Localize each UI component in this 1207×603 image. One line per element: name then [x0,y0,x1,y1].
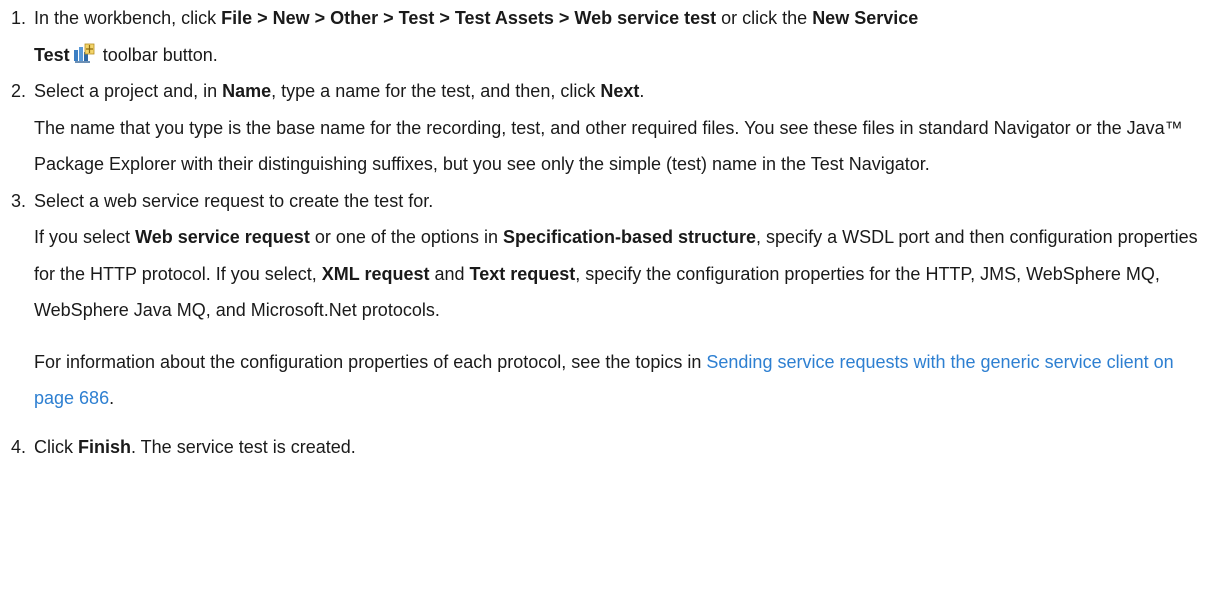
step-2-part2: , type a name for the test, and then, cl… [271,81,601,101]
document: 1. In the workbench, click File > New > … [0,0,1207,465]
step-number: 1. [11,8,27,28]
web-service-request-label: Web service request [135,227,310,247]
step-2-text: Select a project and, in Name, type a na… [34,73,1207,183]
step-4: 4. Click Finish. The service test is cre… [0,429,1207,466]
button-name-part1: New Service [812,8,919,28]
steps-list: 1. In the workbench, click File > New > … [0,0,1207,465]
step-3-detail: If you select Web service request or one… [34,219,1207,329]
step-3-text: Select a web service request to create t… [34,183,1207,417]
step-1-tail: toolbar button. [97,44,218,65]
step-3-main: Select a web service request to create t… [34,190,434,211]
step-1: 1. In the workbench, click File > New > … [0,0,1207,73]
menu-path: File > New > Other > Test > Test Assets … [221,8,717,28]
step-2-part3: . [639,81,645,101]
step-4-part2: . The service test is created. [131,436,356,457]
step-3-info: For information about the configuration … [34,344,1207,417]
step-4-part1: Click [34,436,78,457]
step-4-text: Click Finish. The service test is create… [34,429,1207,466]
new-service-test-icon [72,41,96,65]
step-3-info-end: . [109,388,115,408]
spec-structure-label: Specification-based structure [502,227,757,247]
step-1-intro: In the workbench, click [34,8,222,28]
button-name-part2: Test [34,44,70,65]
step-2-main: Select a project and, in Name, type a na… [34,73,1207,110]
step-number: 4. [11,436,27,457]
step-2: 2. Select a project and, in Name, type a… [0,73,1207,183]
step-3-d2: or one of the options in [309,227,503,247]
step-number: 2. [11,81,27,101]
text-request-label: Text request [469,263,576,284]
step-1-or: or click the [716,8,813,28]
finish-label: Finish [78,436,131,457]
step-3-d4: and [429,263,470,284]
step-3-d1: If you select [34,227,136,247]
xml-request-label: XML request [321,263,430,284]
step-3: 3. Select a web service request to creat… [0,183,1207,417]
step-3-info-intro: For information about the configuration … [34,351,707,372]
step-2-detail: The name that you type is the base name … [34,117,1183,175]
step-number: 3. [11,190,27,211]
name-label: Name [222,81,272,101]
step-2-part1: Select a project and, in [34,81,223,101]
step-1-text: In the workbench, click File > New > Oth… [34,0,1207,73]
next-label: Next [600,81,640,101]
